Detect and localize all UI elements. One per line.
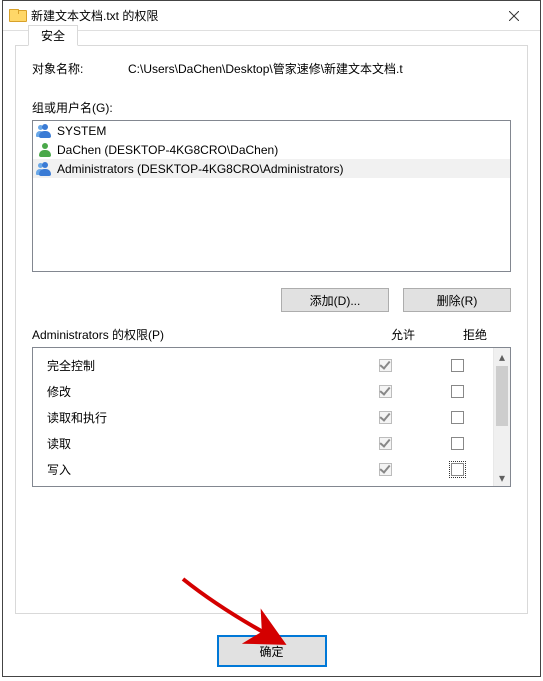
deny-cell [421, 410, 493, 424]
tab-security[interactable]: 安全 [28, 25, 78, 46]
permission-name: 读取和执行 [47, 409, 349, 426]
folder-icon [9, 9, 25, 22]
permission-row: 读取 [33, 430, 493, 456]
permissions-dialog: 新建文本文档.txt 的权限 安全 对象名称: C:\Users\DaChen\… [2, 0, 541, 677]
group-buttons-row: 添加(D)... 删除(R) [32, 288, 511, 312]
allow-checkbox[interactable] [379, 411, 392, 424]
list-item-label: Administrators (DESKTOP-4KG8CRO\Administ… [57, 162, 344, 176]
deny-checkbox[interactable] [451, 385, 464, 398]
object-label: 对象名称: [32, 60, 128, 77]
allow-checkbox[interactable] [379, 437, 392, 450]
deny-cell [421, 462, 493, 476]
col-allow-label: 允许 [367, 326, 439, 343]
tab-label: 安全 [41, 27, 65, 44]
window-title: 新建文本文档.txt 的权限 [31, 7, 494, 24]
close-icon [509, 11, 519, 21]
content-area: 安全 对象名称: C:\Users\DaChen\Desktop\管家速修\新建… [15, 45, 528, 614]
permission-row: 修改 [33, 378, 493, 404]
permission-name: 读取 [47, 435, 349, 452]
allow-cell [349, 410, 421, 424]
permissions-scrollbar[interactable]: ▴ ▾ [493, 348, 510, 486]
deny-checkbox[interactable] [451, 463, 464, 476]
users-icon [37, 123, 53, 139]
deny-checkbox[interactable] [451, 411, 464, 424]
permissions-rows: 完全控制修改读取和执行读取写入 [33, 348, 493, 486]
groups-label: 组或用户名(G): [32, 99, 511, 116]
permission-row: 读取和执行 [33, 404, 493, 430]
object-path: C:\Users\DaChen\Desktop\管家速修\新建文本文档.t [128, 60, 511, 77]
deny-checkbox[interactable] [451, 359, 464, 372]
groups-listbox[interactable]: SYSTEM DaChen (DESKTOP-4KG8CRO\DaChen) Adm… [32, 120, 511, 272]
scroll-up-icon[interactable]: ▴ [494, 348, 510, 365]
allow-cell [349, 462, 421, 476]
list-item[interactable]: DaChen (DESKTOP-4KG8CRO\DaChen) [33, 140, 510, 159]
ok-button[interactable]: 确定 [218, 636, 326, 666]
permission-name: 修改 [47, 383, 349, 400]
deny-cell [421, 384, 493, 398]
list-item-label: SYSTEM [57, 124, 106, 138]
deny-cell [421, 358, 493, 372]
titlebar: 新建文本文档.txt 的权限 [3, 1, 540, 31]
deny-cell [421, 436, 493, 450]
users-icon [37, 161, 53, 177]
permissions-header-label: Administrators 的权限(P) [32, 326, 367, 343]
security-panel: 对象名称: C:\Users\DaChen\Desktop\管家速修\新建文本文… [16, 46, 527, 497]
scroll-down-icon[interactable]: ▾ [494, 469, 510, 486]
deny-checkbox[interactable] [451, 437, 464, 450]
user-icon [37, 142, 53, 158]
permission-name: 写入 [47, 461, 349, 478]
allow-cell [349, 384, 421, 398]
allow-checkbox[interactable] [379, 359, 392, 372]
allow-checkbox[interactable] [379, 385, 392, 398]
permission-row: 完全控制 [33, 352, 493, 378]
close-button[interactable] [494, 2, 534, 30]
dialog-buttons: 确定 [3, 636, 540, 666]
allow-cell [349, 436, 421, 450]
allow-checkbox[interactable] [379, 463, 392, 476]
permission-name: 完全控制 [47, 357, 349, 374]
permissions-header: Administrators 的权限(P) 允许 拒绝 [32, 326, 511, 343]
object-row: 对象名称: C:\Users\DaChen\Desktop\管家速修\新建文本文… [32, 60, 511, 77]
add-button[interactable]: 添加(D)... [281, 288, 389, 312]
list-item[interactable]: Administrators (DESKTOP-4KG8CRO\Administ… [33, 159, 510, 178]
scroll-thumb[interactable] [496, 366, 508, 426]
permission-row: 写入 [33, 456, 493, 482]
col-deny-label: 拒绝 [439, 326, 511, 343]
allow-cell [349, 358, 421, 372]
remove-button[interactable]: 删除(R) [403, 288, 511, 312]
list-item[interactable]: SYSTEM [33, 121, 510, 140]
list-item-label: DaChen (DESKTOP-4KG8CRO\DaChen) [57, 143, 278, 157]
permissions-listbox: 完全控制修改读取和执行读取写入 ▴ ▾ [32, 347, 511, 487]
